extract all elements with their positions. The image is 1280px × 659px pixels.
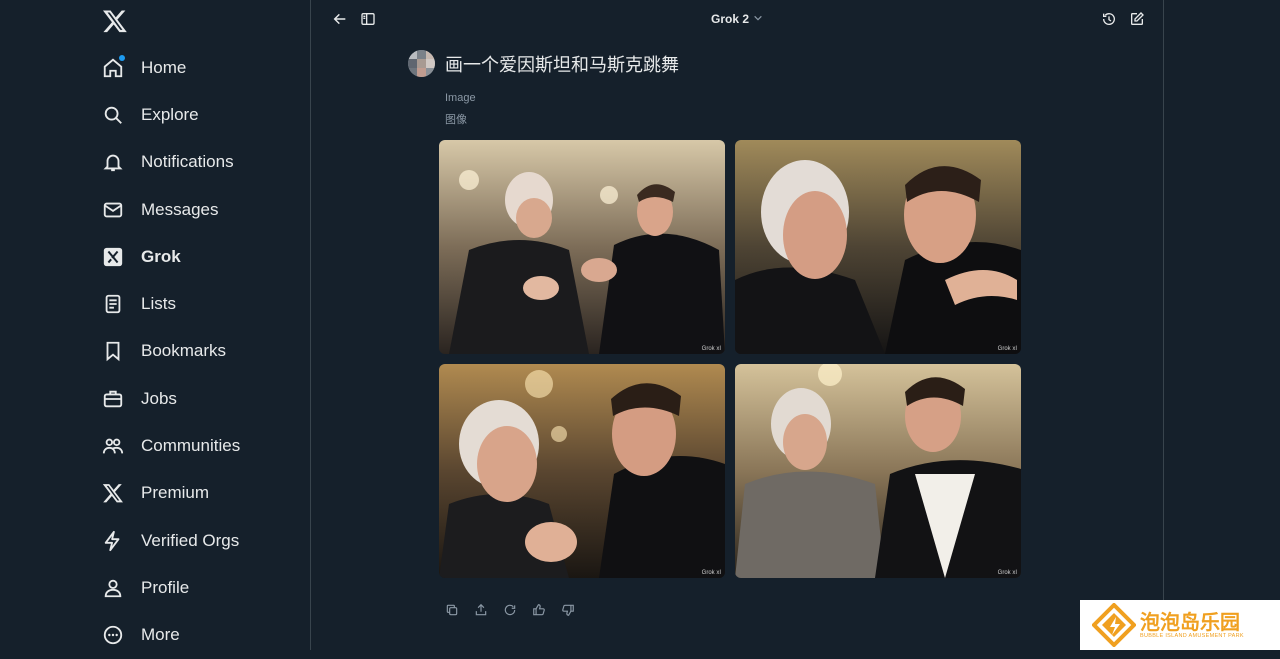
watermark: Grok xI — [701, 570, 721, 576]
watermark: Grok xI — [997, 570, 1017, 576]
nav-label-notifications: Notifications — [141, 152, 234, 172]
regenerate-button[interactable] — [503, 603, 519, 619]
model-selector[interactable]: Grok 2 — [711, 12, 763, 26]
model-name: Grok 2 — [711, 12, 750, 26]
x-logo-icon — [100, 480, 126, 506]
copy-button[interactable] — [445, 603, 461, 619]
badge-title: 泡泡岛乐园 — [1140, 610, 1240, 634]
history-icon — [1101, 13, 1117, 31]
share-button[interactable] — [474, 603, 490, 619]
result-type-label: Image — [445, 92, 476, 104]
nav-more[interactable]: More — [100, 612, 240, 659]
sidebar-panel-icon — [360, 13, 376, 31]
new-chat-button[interactable] — [1129, 11, 1147, 29]
thumbs-down-icon — [561, 604, 575, 621]
nav-notifications[interactable]: Notifications — [100, 139, 240, 186]
more-icon — [100, 622, 126, 648]
thumbs-up-icon — [532, 604, 546, 621]
grok-main-panel: Grok 2 画一个爱因斯坦和马斯克跳舞 Image 图像 Grok xI Gr… — [311, 0, 1164, 650]
nav-label-premium: Premium — [141, 483, 210, 503]
notification-dot — [119, 54, 125, 61]
nav-bookmarks[interactable]: Bookmarks — [100, 328, 240, 375]
nav-label-verified-orgs: Verified Orgs — [141, 530, 240, 550]
nav-communities[interactable]: Communities — [100, 422, 240, 469]
watermark: Grok xI — [701, 346, 721, 352]
nav-label-communities: Communities — [141, 436, 241, 456]
lightning-icon — [100, 528, 126, 554]
person-icon — [100, 575, 126, 601]
toggle-sidebar-button[interactable] — [360, 11, 378, 29]
dislike-button[interactable] — [561, 603, 577, 619]
briefcase-icon — [100, 386, 126, 412]
back-button[interactable] — [332, 11, 350, 29]
refresh-icon — [503, 604, 517, 621]
copy-icon — [445, 604, 459, 621]
bookmark-icon — [100, 338, 126, 364]
user-prompt: 画一个爱因斯坦和马斯克跳舞 — [408, 50, 679, 77]
badge-subtitle: BUBBLE ISLAND AMUSEMENT PARK — [1140, 633, 1244, 639]
arrow-left-icon — [332, 13, 348, 31]
x-logo-icon[interactable] — [102, 8, 128, 34]
nav-label-bookmarks: Bookmarks — [141, 341, 227, 361]
site-watermark-badge: 泡泡岛乐园 BUBBLE ISLAND AMUSEMENT PARK — [1080, 600, 1280, 650]
response-actions — [445, 603, 577, 619]
mail-icon — [100, 197, 126, 223]
list-icon — [100, 291, 126, 317]
prompt-text: 画一个爱因斯坦和马斯克跳舞 — [445, 54, 679, 76]
result-type-label-cn: 图像 — [445, 114, 467, 126]
generated-image-4[interactable]: Grok xI — [735, 364, 1021, 578]
chevron-down-icon — [753, 12, 763, 26]
nav-messages[interactable]: Messages — [100, 186, 240, 233]
sidebar: Home Explore Notifications Messages Grok — [0, 0, 311, 650]
nav-grok[interactable]: Grok — [100, 233, 240, 280]
nav-jobs[interactable]: Jobs — [100, 375, 240, 422]
nav-premium[interactable]: Premium — [100, 470, 240, 517]
nav-label-more: More — [141, 625, 180, 645]
people-icon — [100, 433, 126, 459]
nav-label-profile: Profile — [141, 577, 190, 597]
bell-icon — [100, 149, 126, 175]
nav-home[interactable]: Home — [100, 44, 240, 91]
nav-explore[interactable]: Explore — [100, 91, 240, 138]
nav-label-jobs: Jobs — [141, 388, 177, 408]
diamond-logo-icon — [1091, 602, 1137, 648]
avatar — [408, 50, 435, 77]
nav-label-lists: Lists — [141, 294, 176, 314]
nav-profile[interactable]: Profile — [100, 564, 240, 611]
home-icon — [100, 54, 126, 81]
grok-icon — [100, 244, 126, 270]
compose-icon — [1129, 12, 1145, 31]
nav-label-messages: Messages — [141, 199, 219, 219]
like-button[interactable] — [532, 603, 548, 619]
nav-verified-orgs[interactable]: Verified Orgs — [100, 517, 240, 564]
watermark: Grok xI — [997, 346, 1017, 352]
nav-label-home: Home — [141, 57, 187, 77]
main-navigation: Home Explore Notifications Messages Grok — [100, 44, 240, 659]
history-button[interactable] — [1101, 11, 1119, 29]
generated-image-1[interactable]: Grok xI — [439, 140, 725, 354]
nav-label-grok: Grok — [141, 246, 181, 266]
generated-image-grid: Grok xI Grok xI Grok xI Grok xI — [439, 140, 1022, 578]
nav-label-explore: Explore — [141, 104, 199, 124]
generated-image-2[interactable]: Grok xI — [735, 140, 1021, 354]
search-icon — [100, 102, 126, 128]
nav-lists[interactable]: Lists — [100, 280, 240, 327]
generated-image-3[interactable]: Grok xI — [439, 364, 725, 578]
topbar: Grok 2 — [311, 0, 1163, 40]
share-icon — [474, 603, 488, 621]
